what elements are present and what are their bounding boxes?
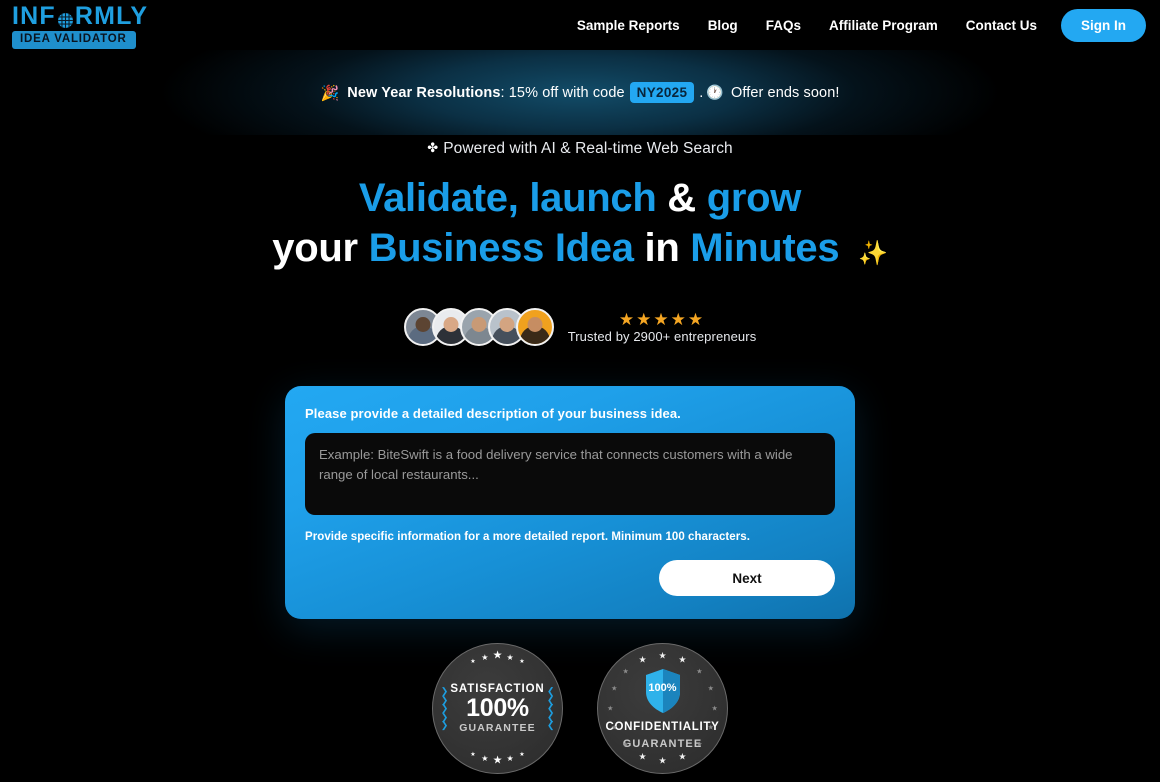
clock-icon: 🕐 bbox=[706, 84, 724, 100]
hero-title-seg-6: in bbox=[644, 225, 680, 270]
sign-in-button[interactable]: Sign In bbox=[1061, 8, 1146, 42]
laurel-left-icon: ❯ ❯ ❯ ❯ ❯ bbox=[440, 686, 449, 731]
logo-text-part2: RMLY bbox=[74, 2, 149, 30]
hero-title-seg-7: Minutes bbox=[690, 225, 840, 270]
nav-item-sample-reports[interactable]: Sample Reports bbox=[563, 12, 694, 39]
trust-badges: ★ ★ ★ ★ ★ ★ ★ ★ ★ ★ ❯ ❯ ❯ ❯ ❯ SATISFACTION 100% GUARA… bbox=[0, 643, 1160, 774]
promo-banner-text: 🎉 New Year Resolutions : 15% off with co… bbox=[321, 82, 840, 103]
hero-title-line-1: Validate, launch & grow bbox=[0, 174, 1160, 224]
satisfaction-badge-bottom: GUARANTEE bbox=[459, 721, 536, 734]
idea-input-label: Please provide a detailed description of… bbox=[305, 406, 681, 421]
nav-item-faqs[interactable]: FAQs bbox=[752, 12, 815, 39]
promo-banner: 🎉 New Year Resolutions : 15% off with co… bbox=[0, 50, 1160, 135]
site-header: INF RMLY IDEA VALIDATOR Sample Reports B… bbox=[0, 0, 1160, 50]
next-button[interactable]: Next bbox=[659, 560, 835, 596]
rating-block: ★★★★★ Trusted by 2900+ entrepreneurs bbox=[568, 311, 757, 344]
page-title: Validate, launch & grow your Business Id… bbox=[0, 174, 1160, 273]
hero-kicker: ✤ Powered with AI & Real-time Web Search bbox=[427, 140, 733, 158]
promo-offer-text: : 15% off with code bbox=[500, 84, 625, 101]
promo-headline: New Year Resolutions bbox=[347, 84, 501, 101]
hero-title-seg-2: & bbox=[667, 176, 696, 220]
social-proof: ★★★★★ Trusted by 2900+ entrepreneurs bbox=[0, 308, 1160, 346]
nav-item-blog[interactable]: Blog bbox=[694, 12, 752, 39]
trusted-count-label: Trusted by 2900+ entrepreneurs bbox=[567, 328, 757, 344]
idea-input-hint: Provide specific information for a more … bbox=[305, 531, 750, 543]
sparkles-icon: ✨ bbox=[858, 239, 888, 267]
card-actions: Next bbox=[305, 560, 835, 596]
site-logo[interactable]: INF RMLY IDEA VALIDATOR bbox=[12, 4, 148, 49]
idea-input-card: Please provide a detailed description of… bbox=[285, 386, 855, 619]
hero-title-seg-1: Validate, launch bbox=[358, 176, 657, 220]
laurel-right-icon: ❯ ❯ ❯ ❯ ❯ bbox=[546, 686, 555, 731]
star-rating-icon: ★★★★★ bbox=[618, 309, 706, 329]
avatar bbox=[515, 308, 554, 346]
hero-kicker-label: Powered with AI & Real-time Web Search bbox=[443, 140, 733, 157]
confidentiality-guarantee-badge: ★ ★ ★ ★ ★ ★ ★ ★ ★ ★ ★ ★ ★ ★ ★ ★ 100% CONFIDENTIALITY GU… bbox=[597, 643, 728, 774]
hero-title-line-2: your Business Idea in Minutes ✨ bbox=[0, 224, 1160, 274]
globe-icon bbox=[57, 9, 74, 28]
nav-item-contact-us[interactable]: Contact Us bbox=[952, 12, 1051, 39]
business-idea-textarea[interactable] bbox=[305, 433, 835, 515]
hero-title-seg-3: grow bbox=[706, 176, 802, 220]
hero-title-seg-4: your bbox=[272, 225, 358, 270]
shield-percent-label: 100% bbox=[648, 681, 677, 694]
main-navigation: Sample Reports Blog FAQs Affiliate Progr… bbox=[563, 0, 1146, 50]
satisfaction-guarantee-badge: ★ ★ ★ ★ ★ ★ ★ ★ ★ ★ ❯ ❯ ❯ ❯ ❯ SATISFACTION 100% GUARA… bbox=[432, 643, 563, 774]
logo-text-part1: INF bbox=[12, 2, 56, 30]
party-popper-icon: 🎉 bbox=[320, 84, 340, 102]
shield-icon: 100% bbox=[644, 668, 682, 714]
promo-period: . bbox=[699, 84, 704, 101]
sparkle-icon: ✤ bbox=[427, 140, 439, 155]
logo-tagline-badge: IDEA VALIDATOR bbox=[12, 31, 136, 49]
hero-title-seg-5: Business Idea bbox=[368, 225, 634, 270]
confidentiality-badge-bottom: GUARANTEE bbox=[622, 737, 703, 750]
promo-code-chip[interactable]: NY2025 bbox=[629, 82, 695, 103]
satisfaction-badge-inner: ❯ ❯ ❯ ❯ ❯ SATISFACTION 100% GUARANTEE ❯ ❯ ❯ ❯ ❯ bbox=[441, 683, 554, 733]
promo-urgency-text: Offer ends soon! bbox=[730, 84, 840, 101]
satisfaction-badge-text: SATISFACTION 100% GUARANTEE bbox=[450, 683, 544, 733]
hero-section: ✤ Powered with AI & Real-time Web Search… bbox=[0, 140, 1160, 273]
confidentiality-badge-top: CONFIDENTIALITY bbox=[605, 720, 720, 733]
satisfaction-badge-percent: 100% bbox=[466, 694, 529, 723]
avatar-group bbox=[403, 308, 554, 346]
nav-item-affiliate-program[interactable]: Affiliate Program bbox=[815, 12, 952, 39]
logo-wordmark: INF RMLY bbox=[12, 4, 148, 29]
